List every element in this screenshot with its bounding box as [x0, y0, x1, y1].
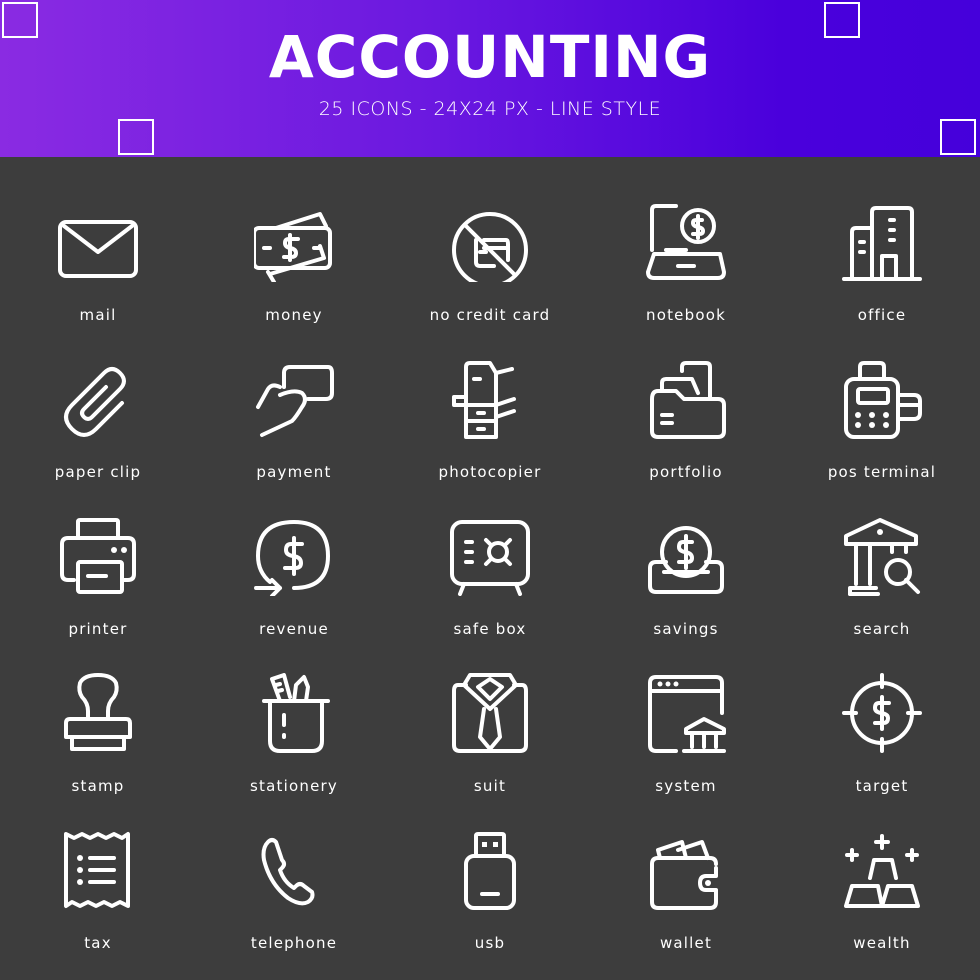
icon-tile-mail: mail — [0, 157, 196, 324]
search-bank-icon — [842, 516, 922, 596]
icon-tile-printer: printer — [0, 471, 196, 638]
icon-tile-revenue: revenue — [196, 471, 392, 638]
page-title: ACCOUNTING — [268, 23, 712, 91]
payment-icon — [254, 359, 334, 439]
icon-label: telephone — [250, 934, 338, 952]
icon-tile-safe-box: safe box — [392, 471, 588, 638]
icon-tile-portfolio: portfolio — [588, 314, 784, 481]
page-subtitle: 25 ICONS - 24X24 PX - LINE STYLE — [318, 98, 662, 120]
icon-label: wallet — [659, 934, 713, 952]
decorative-square — [118, 119, 154, 155]
wallet-icon — [646, 830, 726, 910]
office-icon — [842, 202, 922, 282]
system-icon — [646, 673, 726, 753]
icon-tile-system: system — [588, 628, 784, 795]
icon-tile-money: money — [196, 157, 392, 324]
icon-tile-telephone: telephone — [196, 785, 392, 952]
safe-box-icon — [450, 516, 530, 596]
icon-tile-paper-clip: paper clip — [0, 314, 196, 481]
portfolio-icon — [646, 359, 726, 439]
stationery-icon — [254, 673, 334, 753]
stamp-icon — [58, 673, 138, 753]
suit-icon — [450, 673, 530, 753]
icon-tile-wallet: wallet — [588, 785, 784, 952]
mail-icon — [58, 202, 138, 282]
telephone-icon — [254, 830, 334, 910]
icon-tile-photocopier: photocopier — [392, 314, 588, 481]
printer-icon — [58, 516, 138, 596]
tax-icon — [58, 830, 138, 910]
icon-label: usb — [474, 934, 506, 952]
icon-tile-savings: savings — [588, 471, 784, 638]
icon-tile-notebook: notebook — [588, 157, 784, 324]
header-banner: ACCOUNTING 25 ICONS - 24X24 PX - LINE ST… — [0, 0, 980, 157]
photocopier-icon — [450, 359, 530, 439]
notebook-icon — [646, 202, 726, 282]
icon-tile-target: target — [784, 628, 980, 795]
icon-tile-stationery: stationery — [196, 628, 392, 795]
target-icon — [842, 673, 922, 753]
icon-tile-office: office — [784, 157, 980, 324]
icon-tile-usb: usb — [392, 785, 588, 952]
icon-tile-pos-terminal: pos terminal — [784, 314, 980, 481]
icon-tile-stamp: stamp — [0, 628, 196, 795]
icon-tile-no-credit-card: no credit card — [392, 157, 588, 324]
usb-icon — [450, 830, 530, 910]
paper-clip-icon — [58, 359, 138, 439]
decorative-square — [940, 119, 976, 155]
icon-tile-search: search — [784, 471, 980, 638]
pos-terminal-icon — [842, 359, 922, 439]
icon-label: tax — [84, 934, 112, 952]
icon-tile-payment: payment — [196, 314, 392, 481]
revenue-icon — [254, 516, 334, 598]
no-credit-card-icon — [450, 202, 530, 288]
money-icon — [252, 202, 334, 284]
icon-label: wealth — [853, 934, 911, 952]
wealth-icon — [842, 830, 922, 910]
icon-tile-wealth: wealth — [784, 785, 980, 952]
icon-tile-suit: suit — [392, 628, 588, 795]
savings-icon — [646, 516, 726, 596]
icon-tile-tax: tax — [0, 785, 196, 952]
